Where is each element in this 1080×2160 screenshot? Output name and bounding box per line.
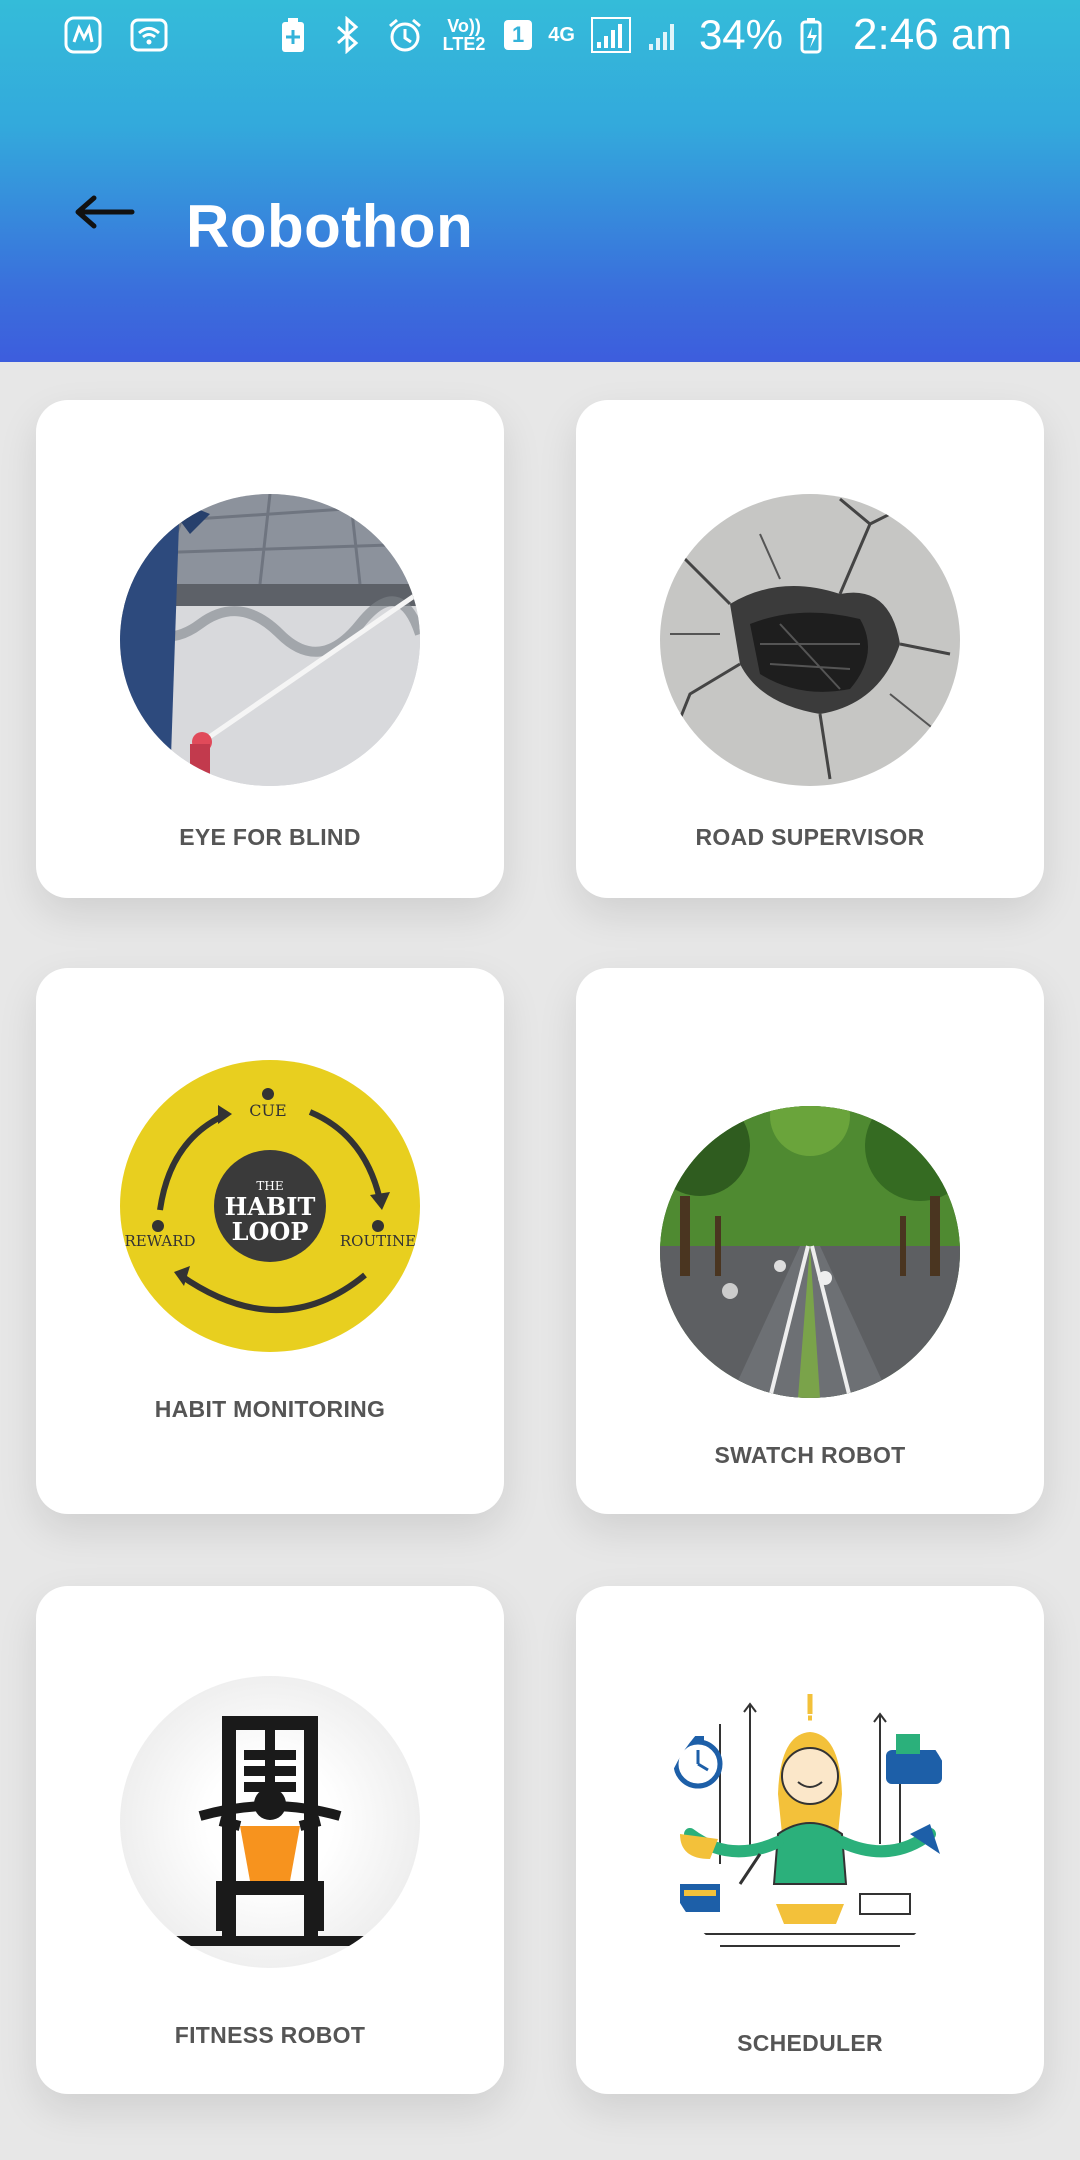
scheduler-illustration [660, 1684, 960, 1976]
alarm-icon [386, 16, 424, 54]
page-title: Robothon [186, 193, 474, 260]
card-label: HABIT MONITORING [154, 1396, 386, 1422]
card-road-supervisor[interactable]: ROAD SUPERVISOR [576, 400, 1044, 898]
cracked-road-photo [660, 494, 960, 786]
tree-lined-road-photo [660, 1106, 960, 1398]
wifi-icon [130, 16, 168, 54]
card-label: ROAD SUPERVISOR [695, 824, 925, 850]
card-label: FITNESS ROBOT [174, 2022, 366, 2048]
card-habit-monitoring[interactable]: THE HABIT LOOP CUE ROUTINE REWARD HABIT … [36, 968, 504, 1514]
card-fitness-robot[interactable]: FITNESS ROBOT [36, 1586, 504, 2094]
habit-loop-the: THE [256, 1179, 283, 1193]
bluetooth-icon [332, 15, 370, 55]
habit-loop-loop: LOOP [232, 1217, 309, 1246]
music-app-icon [64, 16, 102, 54]
habit-loop-diagram: THE HABIT LOOP CUE ROUTINE REWARD [120, 1060, 420, 1352]
card-eye-for-blind[interactable]: EYE FOR BLIND [36, 400, 504, 898]
status-bar: Vo)) LTE2 1 4G 34% 2:46 am [0, 0, 1080, 74]
habit-loop-cue: CUE [249, 1101, 286, 1120]
back-button[interactable] [70, 190, 140, 240]
volte-indicator: Vo)) LTE2 [442, 16, 486, 54]
card-label: SWATCH ROBOT [714, 1442, 906, 1468]
habit-loop-routine: ROUTINE [340, 1232, 416, 1250]
app-bar: Vo)) LTE2 1 4G 34% 2:46 am Robothon [0, 0, 1080, 362]
card-label: SCHEDULER [737, 2030, 883, 2056]
signal-icon-sim1 [590, 16, 631, 54]
habit-loop-reward: REWARD [124, 1232, 195, 1250]
battery-saver-icon [278, 16, 316, 54]
feature-grid: EYE FOR BLIND ROAD SUPERVISOR THE HABIT … [0, 362, 1080, 2160]
battery-percent: 34% [698, 11, 784, 58]
card-swatch-robot[interactable]: SWATCH ROBOT [576, 968, 1044, 1514]
card-scheduler[interactable]: SCHEDULER [576, 1586, 1044, 2094]
network-type: 4G [548, 23, 575, 46]
fitness-machine-illustration [120, 1676, 420, 1968]
sim-indicator: 1 [504, 20, 533, 50]
blind-cane-photo [120, 494, 420, 786]
back-arrow-icon [75, 195, 135, 229]
clock: 2:46 am [853, 10, 1012, 59]
card-label: EYE FOR BLIND [179, 824, 361, 850]
battery-charging-icon [799, 16, 837, 54]
signal-icon-sim2 [645, 16, 683, 54]
